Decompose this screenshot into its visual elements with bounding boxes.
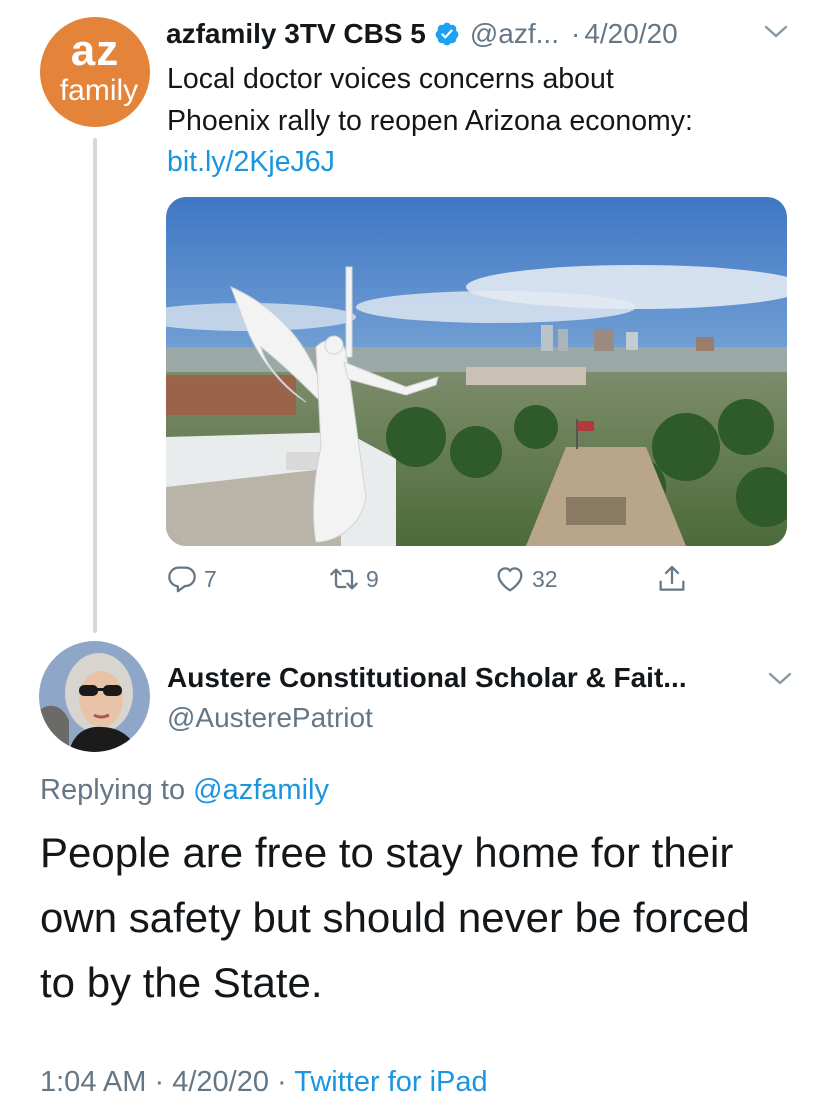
tweet-source-link[interactable]: Twitter for iPad (294, 1066, 487, 1098)
thread-connector-line (93, 138, 97, 633)
like-action[interactable]: 32 (494, 563, 558, 595)
tweet-text-line: own safety but should never be forced (40, 894, 750, 941)
replying-prefix: Replying to (40, 774, 186, 806)
share-action[interactable] (656, 563, 694, 595)
retweet-icon (330, 568, 358, 590)
tweet-text-line: Local doctor voices concerns about (167, 63, 614, 95)
reply-count: 7 (204, 565, 217, 592)
replying-to-line: Replying to @azfamily (40, 770, 329, 810)
parent-avatar[interactable]: az family (40, 17, 150, 127)
parent-handle[interactable]: @azf... (470, 18, 559, 50)
avatar-logo-text-top: az (70, 26, 120, 75)
like-icon (497, 567, 523, 592)
reply-avatar[interactable] (39, 641, 150, 752)
tweet-date: 4/20/20 (172, 1066, 269, 1098)
reply-tweet-text: People are free to stay home for their o… (40, 820, 800, 1015)
tweet-text-line: People are free to stay home for their (40, 829, 734, 876)
replying-to-mention[interactable]: @azfamily (193, 774, 329, 806)
reply-display-name[interactable]: Austere Constitutional Scholar & Fait... (167, 658, 687, 698)
share-icon (659, 565, 685, 591)
parent-display-name[interactable]: azfamily 3TV CBS 5 (166, 18, 426, 50)
tweet-link[interactable]: bit.ly/2KjeJ6J (167, 142, 335, 182)
like-count: 32 (532, 565, 558, 592)
tweet-meta: 1:04 AM · 4/20/20 · Twitter for iPad (40, 1062, 488, 1102)
parent-date[interactable]: 4/20/20 (584, 18, 677, 50)
verified-badge-icon (435, 22, 459, 46)
tweet-media-image[interactable] (166, 197, 787, 546)
parent-tweet-header: azfamily 3TV CBS 5 @azf... · 4/20/20 (166, 14, 678, 54)
meta-separator: · (277, 1066, 287, 1098)
reply-icon (168, 566, 196, 593)
tweet-text-line: Phoenix rally to reopen Arizona economy: (167, 105, 693, 137)
meta-separator: · (154, 1066, 165, 1098)
tweet-time: 1:04 AM (40, 1066, 147, 1098)
reply-action[interactable]: 7 (166, 563, 217, 595)
retweet-action[interactable]: 9 (328, 563, 379, 595)
avatar-logo-text-bottom: family (59, 74, 139, 107)
reply-handle[interactable]: @AusterePatriot (167, 698, 373, 738)
chevron-down-icon[interactable] (766, 669, 794, 689)
tweet-text-line: to by the State. (40, 959, 323, 1006)
chevron-down-icon[interactable] (762, 22, 790, 42)
parent-tweet-text: Local doctor voices concerns about Phoen… (167, 58, 807, 142)
retweet-count: 9 (366, 565, 379, 592)
header-separator: · (571, 18, 581, 49)
